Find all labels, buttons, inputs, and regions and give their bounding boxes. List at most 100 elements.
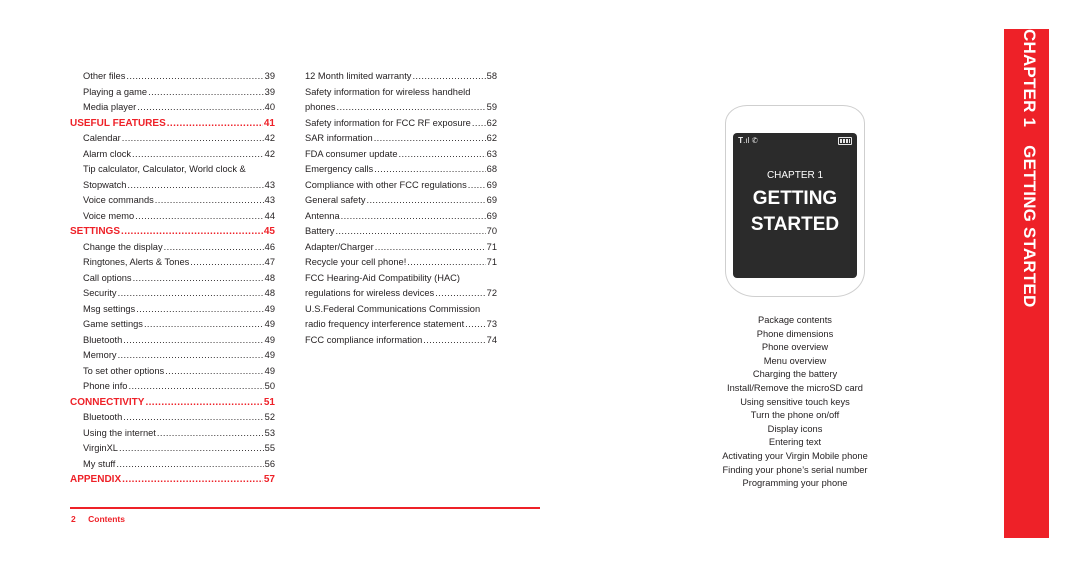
toc-section-entry[interactable]: APPENDIX 57: [70, 472, 275, 488]
toc-left-column: Other files 39 Playing a game 39 Media playe…: [70, 69, 275, 488]
toc-entry[interactable]: FCC Hearing-Aid Compatibility (HAC): [305, 271, 497, 287]
toc-entry-title: Emergency calls: [305, 164, 374, 174]
toc-entry-page: 40: [264, 102, 275, 112]
toc-entry[interactable]: Memory 49: [70, 348, 275, 364]
toc-entry[interactable]: Alarm clock 42: [70, 147, 275, 163]
toc-entry-page: 49: [264, 303, 275, 314]
toc-entry[interactable]: Adapter/Charger 71: [305, 240, 497, 256]
toc-entry-title: USEFUL FEATURES: [70, 117, 166, 129]
dot-leader: [145, 395, 262, 411]
toc-entry[interactable]: Bluetooth 52: [70, 410, 275, 426]
toc-entry[interactable]: Call options 48: [70, 271, 275, 287]
toc-entry-page: 47: [264, 257, 275, 267]
toc-entry-page: 46: [264, 241, 275, 252]
toc-section-entry[interactable]: SETTINGS 45: [70, 224, 275, 240]
dot-leader: [468, 178, 486, 194]
toc-entry[interactable]: Antenna 69: [305, 209, 497, 225]
side-tab-text: CHAPTER 1 GETTING STARTED: [1019, 29, 1039, 307]
chapter-topic: Menu overview: [763, 355, 827, 366]
toc-entry-page: 49: [264, 334, 275, 345]
toc-entry[interactable]: Other files 39: [70, 69, 275, 85]
toc-entry[interactable]: Voice commands 43: [70, 193, 275, 209]
toc-entry-page: 39: [264, 71, 275, 81]
toc-section-entry[interactable]: CONNECTIVITY 51: [70, 395, 275, 411]
toc-entry-title: Ringtones, Alerts & Tones: [83, 257, 190, 267]
toc-entry[interactable]: Safety information for FCC RF exposure 62: [305, 116, 497, 132]
dot-leader: [123, 333, 263, 349]
toc-entry[interactable]: VirginXL 55: [70, 441, 275, 457]
toc-entry-title: Bluetooth: [83, 412, 123, 422]
toc-entry-title: regulations for wireless devices: [305, 288, 435, 298]
toc-entry-title: Safety information for FCC RF exposure: [305, 117, 471, 128]
dot-leader: [126, 69, 263, 85]
toc-entry[interactable]: General safety 69: [305, 193, 497, 209]
toc-entry[interactable]: U.S.Federal Communications Commission: [305, 302, 497, 318]
toc-entry-page: 68: [486, 164, 497, 174]
toc-entry-title: 12 Month limited warranty: [305, 71, 412, 81]
toc-entry[interactable]: phones 59: [305, 100, 497, 116]
toc-entry[interactable]: Safety information for wireless handheld: [305, 85, 497, 101]
toc-entry[interactable]: Voice memo 44: [70, 209, 275, 225]
toc-entry-page: 49: [264, 350, 275, 360]
toc-entry[interactable]: Calendar 42: [70, 131, 275, 147]
toc-entry[interactable]: Msg settings 49: [70, 302, 275, 318]
chapter-topic: Display icons: [767, 423, 823, 434]
signal-icon: 𝐓.ıl ✆: [738, 136, 758, 145]
dot-leader: [412, 69, 485, 85]
toc-entry[interactable]: FDA consumer update 63: [305, 147, 497, 163]
toc-entry[interactable]: regulations for wireless devices 72: [305, 286, 497, 302]
screen-title-line1: GETTING: [752, 188, 838, 209]
toc-entry[interactable]: To set other options 49: [70, 364, 275, 380]
chapter-topic: Package contents: [758, 315, 832, 325]
toc-entry[interactable]: Battery 70: [305, 224, 497, 240]
chapter-side-tab: CHAPTER 1 GETTING STARTED: [1004, 29, 1049, 538]
toc-entry-title: Using the internet: [83, 427, 156, 438]
side-tab-title: GETTING STARTED: [1019, 145, 1039, 308]
toc-entry[interactable]: Tip calculator, Calculator, World clock …: [70, 162, 275, 178]
toc-entry[interactable]: Ringtones, Alerts & Tones 47: [70, 255, 275, 271]
toc-entry-title: FCC compliance information: [305, 334, 423, 345]
toc-entry[interactable]: Bluetooth 49: [70, 333, 275, 349]
toc-entry[interactable]: Game settings 49: [70, 317, 275, 333]
toc-section-entry[interactable]: USEFUL FEATURES 41: [70, 116, 275, 132]
toc-entry-page: 59: [486, 102, 497, 112]
toc-entry[interactable]: Emergency calls 68: [305, 162, 497, 178]
toc-entry[interactable]: FCC compliance information 74: [305, 333, 497, 349]
toc-entry-page: 43: [264, 179, 275, 190]
toc-entry[interactable]: My stuff 56: [70, 457, 275, 473]
chapter-topic: Activating your Virgin Mobile phone: [722, 450, 868, 461]
toc-entry-page: 73: [486, 319, 497, 329]
toc-entry-title: Battery: [305, 226, 335, 236]
dot-leader: [155, 193, 264, 209]
dot-leader: [121, 224, 263, 240]
toc-entry[interactable]: Phone info 50: [70, 379, 275, 395]
toc-entry[interactable]: Compliance with other FCC regulations 69: [305, 178, 497, 194]
toc-entry[interactable]: 12 Month limited warranty 58: [305, 69, 497, 85]
toc-entry-title: Security: [83, 288, 117, 298]
toc-entry[interactable]: Stopwatch 43: [70, 178, 275, 194]
toc-entry[interactable]: Using the internet 53: [70, 426, 275, 442]
toc-entry-title: SETTINGS: [70, 226, 121, 237]
toc-entry-title: Antenna: [305, 210, 340, 221]
toc-entry-page: 43: [264, 195, 275, 205]
toc-entry[interactable]: Security 48: [70, 286, 275, 302]
toc-entry-page: 42: [264, 133, 275, 143]
toc-entry-page: 44: [264, 210, 275, 221]
toc-entry[interactable]: Recycle your cell phone! 71: [305, 255, 497, 271]
toc-entry-page: 49: [264, 365, 275, 376]
toc-entry[interactable]: Media player 40: [70, 100, 275, 116]
toc-entry-page: 51: [263, 396, 275, 408]
dot-leader: [137, 100, 263, 116]
page-footer: 2 Contents: [71, 514, 125, 524]
dot-leader: [132, 147, 264, 163]
toc-entry[interactable]: Playing a game 39: [70, 85, 275, 101]
toc-entry[interactable]: Change the display 46: [70, 240, 275, 256]
toc-entry-page: 49: [264, 319, 275, 329]
toc-entry[interactable]: SAR information 62: [305, 131, 497, 147]
dot-leader: [407, 255, 485, 271]
toc-entry-title: General safety: [305, 195, 366, 205]
toc-entry[interactable]: radio frequency interference statement 73: [305, 317, 497, 333]
chapter-topic: Finding your phone’s serial number: [722, 464, 868, 475]
chapter-topic: Programming your phone: [742, 478, 848, 489]
dot-leader: [127, 178, 263, 194]
